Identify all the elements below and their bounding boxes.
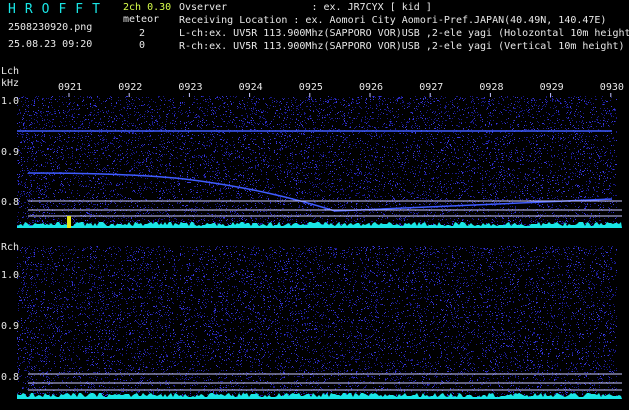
lch-ytick-0.9: 0.9 [1,147,19,158]
rch-ytick-1.0: 1.0 [1,270,19,281]
time-tick-label-0928: 0928 [479,82,503,93]
spectrogram-area: Lch kHz 0921 0922 0923 0924 0925 0926 0927 0928… [1,66,624,399]
lch-unit: kHz [1,78,19,89]
time-tick-label-0930: 0930 [600,82,624,93]
lch-label: Lch [1,66,19,77]
time-tick-label-0922: 0922 [118,82,142,93]
time-tick-label-0927: 0927 [419,82,443,93]
time-tick-label-0929: 0929 [540,82,564,93]
time-tick-label-0926: 0926 [359,82,383,93]
rch-ytick-0.9: 0.9 [1,321,19,332]
meteor-echo-marker [67,216,71,228]
lch-ytick-1.0: 1.0 [1,96,19,107]
lch-panel: Lch kHz 0921 0922 0923 0924 0925 0926 0927 0928… [1,66,624,228]
rch-label: Rch [1,242,19,253]
rch-ytick-0.8: 0.8 [1,372,19,383]
time-axis: 0921 0922 0923 0924 0925 0926 0927 0928 0929 0930 [58,82,624,97]
lch-ytick-0.8: 0.8 [1,197,19,208]
time-tick-label-0925: 0925 [299,82,323,93]
time-tick-label-0924: 0924 [239,82,263,93]
spectrogram-noise [17,96,617,398]
time-tick-label-0921: 0921 [58,82,82,93]
time-tick-label-0923: 0923 [178,82,202,93]
